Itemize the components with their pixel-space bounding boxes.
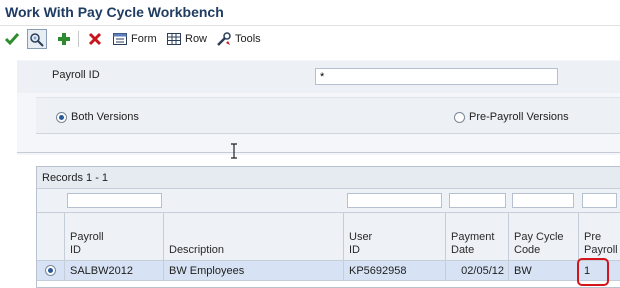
toolbar-separator xyxy=(78,31,79,47)
version-radio-group: Both Versions Pre-Payroll Versions xyxy=(36,97,620,134)
radio-pre-payroll-versions[interactable]: Pre-Payroll Versions xyxy=(454,111,569,123)
filter-pre-payroll[interactable] xyxy=(582,193,617,208)
cell-pay-cycle-code: BW xyxy=(508,261,578,281)
x-icon xyxy=(88,32,102,46)
checkmark-icon xyxy=(4,33,20,46)
radio-both-versions[interactable]: Both Versions xyxy=(56,111,139,123)
records-count: Records 1 - 1 xyxy=(42,172,109,184)
radio-pre-payroll-versions-label: Pre-Payroll Versions xyxy=(469,111,569,123)
row-select-radio[interactable] xyxy=(45,265,56,276)
form-menu[interactable]: Form xyxy=(112,29,157,49)
column-header-user-id[interactable]: User ID xyxy=(343,213,445,261)
title-bar: Work With Pay Cycle Workbench xyxy=(0,0,620,25)
column-header-description[interactable]: Description xyxy=(163,213,343,261)
cell-payroll-id: SALBW2012 xyxy=(64,261,163,281)
form-divider xyxy=(17,152,620,153)
query-by-example-row xyxy=(37,189,620,213)
text-cursor-icon xyxy=(231,143,237,159)
filter-payment-date[interactable] xyxy=(449,193,506,208)
records-bar: Records 1 - 1 xyxy=(37,167,620,189)
table-row[interactable]: SALBW2012 BW Employees KP5692958 02/05/1… xyxy=(37,261,620,281)
annotation-highlight-box xyxy=(577,258,609,286)
form-menu-label: Form xyxy=(131,33,157,45)
column-header-pre-payroll[interactable]: Pre Payroll xyxy=(578,213,620,261)
column-header-payment-date[interactable]: Payment Date xyxy=(445,213,508,261)
column-header-payroll-id[interactable]: Payroll ID xyxy=(64,213,163,261)
row-menu[interactable]: Row xyxy=(166,29,207,49)
payroll-id-input[interactable] xyxy=(315,68,558,85)
row-icon xyxy=(167,33,181,45)
find-binoculars-icon xyxy=(27,29,47,49)
cell-user-id: KP5692958 xyxy=(343,261,445,281)
find-button[interactable] xyxy=(27,29,47,49)
row-menu-label: Row xyxy=(185,33,208,45)
payroll-id-row: Payroll ID xyxy=(17,61,620,93)
radio-button-unchecked[interactable] xyxy=(454,111,465,123)
radio-both-versions-label: Both Versions xyxy=(71,111,139,123)
cell-payment-date: 02/05/12 xyxy=(445,261,508,281)
radio-button-checked[interactable] xyxy=(56,111,67,123)
cell-description: BW Employees xyxy=(163,261,343,281)
form-icon xyxy=(113,33,127,45)
add-button[interactable] xyxy=(57,29,71,49)
filter-pay-cycle-code[interactable] xyxy=(512,193,574,208)
filter-payroll-id[interactable] xyxy=(67,193,162,208)
tools-menu-label: Tools xyxy=(235,33,261,45)
column-header-row: Payroll ID Description User ID Payment D… xyxy=(37,213,620,261)
tools-icon xyxy=(217,32,231,46)
delete-button[interactable] xyxy=(88,29,102,49)
plus-icon xyxy=(58,33,70,45)
page-title: Work With Pay Cycle Workbench xyxy=(5,4,224,20)
toolbar: Form Row Tools xyxy=(0,25,620,51)
payroll-id-label: Payroll ID xyxy=(52,69,100,81)
select-button[interactable] xyxy=(4,29,20,49)
filter-user-id[interactable] xyxy=(347,193,442,208)
column-header-pay-cycle-code[interactable]: Pay Cycle Code xyxy=(508,213,578,261)
tools-menu[interactable]: Tools xyxy=(216,29,261,49)
results-grid: Records 1 - 1 Payroll ID Description Use… xyxy=(36,166,620,288)
